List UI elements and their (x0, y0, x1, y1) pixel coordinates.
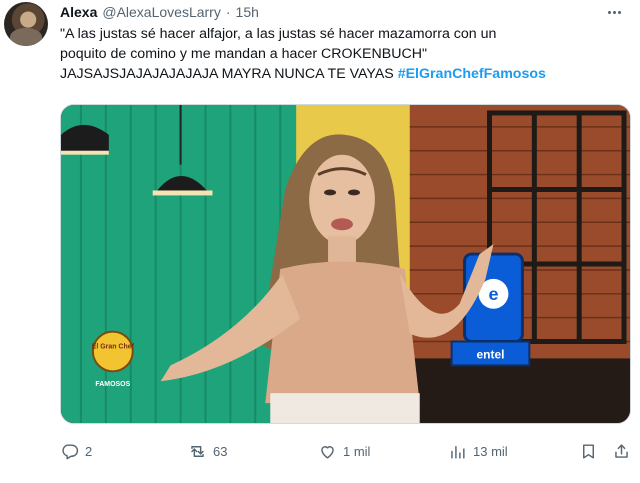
retweet-count: 63 (213, 443, 228, 459)
video-frame: e entel El Gran Chef FAMOSOS (61, 105, 630, 423)
retweet-icon (191, 445, 204, 457)
tweet-media-video[interactable]: e entel El Gran Chef FAMOSOS (60, 104, 631, 424)
views-count: 13 mil (473, 443, 508, 459)
tweet-text-line: "A las justas sé hacer alfajor, a las ju… (60, 26, 497, 42)
tweet-text-line-content: JAJSAJSJAJAJAJAJAJA MAYRA NUNCA TE VAYAS (60, 66, 398, 82)
entel-label: entel (477, 347, 505, 361)
header-separator: · (225, 4, 231, 20)
like-button[interactable]: 1 mil (318, 438, 370, 464)
author-handle[interactable]: @AlexaLovesLarry (102, 4, 221, 20)
tweet-timestamp[interactable]: 15h (236, 4, 259, 20)
tweet-text-line: poquito de comino y me mandan a hacer CR… (60, 46, 427, 62)
reply-icon (62, 443, 79, 459)
show-logo-title: El Gran Chef (92, 343, 135, 350)
like-count: 1 mil (343, 443, 371, 459)
show-logo-subtitle: FAMOSOS (95, 381, 130, 388)
reply-count: 2 (85, 443, 93, 459)
views-icon (451, 445, 465, 459)
reply-button[interactable]: 2 (60, 438, 92, 464)
share-icon (615, 443, 628, 458)
tweet-text: "A las justas sé hacer alfajor, a las ju… (60, 24, 630, 84)
heart-icon (321, 445, 334, 459)
more-icon[interactable] (602, 2, 626, 22)
svg-text:e: e (488, 284, 498, 304)
avatar[interactable] (4, 2, 48, 46)
bookmark-button[interactable] (579, 438, 598, 464)
views-button[interactable]: 13 mil (448, 438, 508, 464)
tweet-text-line: JAJSAJSJAJAJAJAJAJA MAYRA NUNCA TE VAYAS… (60, 64, 630, 84)
share-button[interactable] (612, 438, 631, 464)
retweet-button[interactable]: 63 (188, 438, 227, 464)
hashtag-link[interactable]: #ElGranChefFamosos (398, 66, 546, 82)
tweet-actions: 2 63 1 mil 13 mil (60, 438, 630, 464)
author-name[interactable]: Alexa (60, 4, 97, 20)
tweet-header: Alexa @AlexaLovesLarry · 15h (60, 4, 259, 22)
bookmark-icon (583, 443, 594, 459)
tweet-card[interactable]: Alexa @AlexaLovesLarry · 15h "A las just… (0, 0, 640, 483)
